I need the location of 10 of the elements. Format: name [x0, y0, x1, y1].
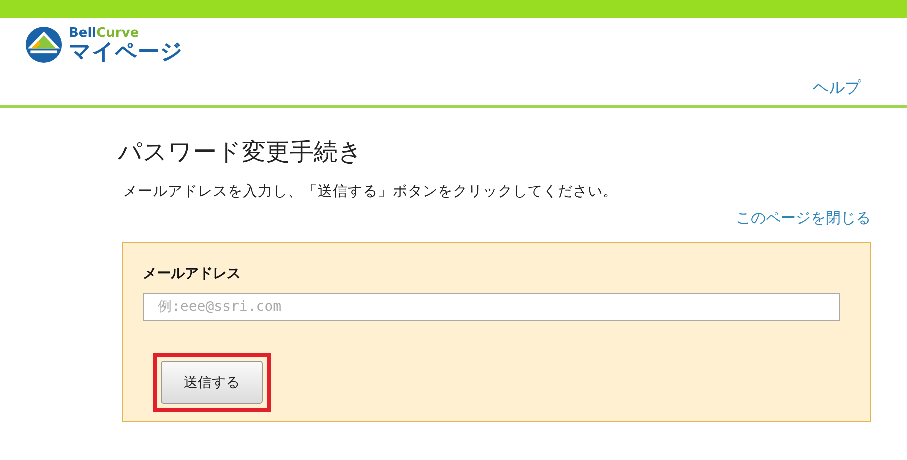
email-field[interactable]: 例:eee@ssri.com — [143, 293, 840, 321]
brand-name: BellCurve — [69, 26, 140, 40]
email-label: メールアドレス — [143, 265, 242, 283]
logo-subtitle: マイページ — [69, 42, 183, 64]
page-title: パスワード変更手続き — [118, 137, 364, 168]
close-page-link[interactable]: このページを閉じる — [736, 209, 871, 228]
help-link[interactable]: ヘルプ — [813, 78, 861, 99]
instruction-text: メールアドレスを入力し、「送信する」ボタンをクリックしてください。 — [123, 183, 619, 201]
logo-icon — [25, 26, 63, 64]
submit-button[interactable]: 送信する — [161, 361, 263, 404]
